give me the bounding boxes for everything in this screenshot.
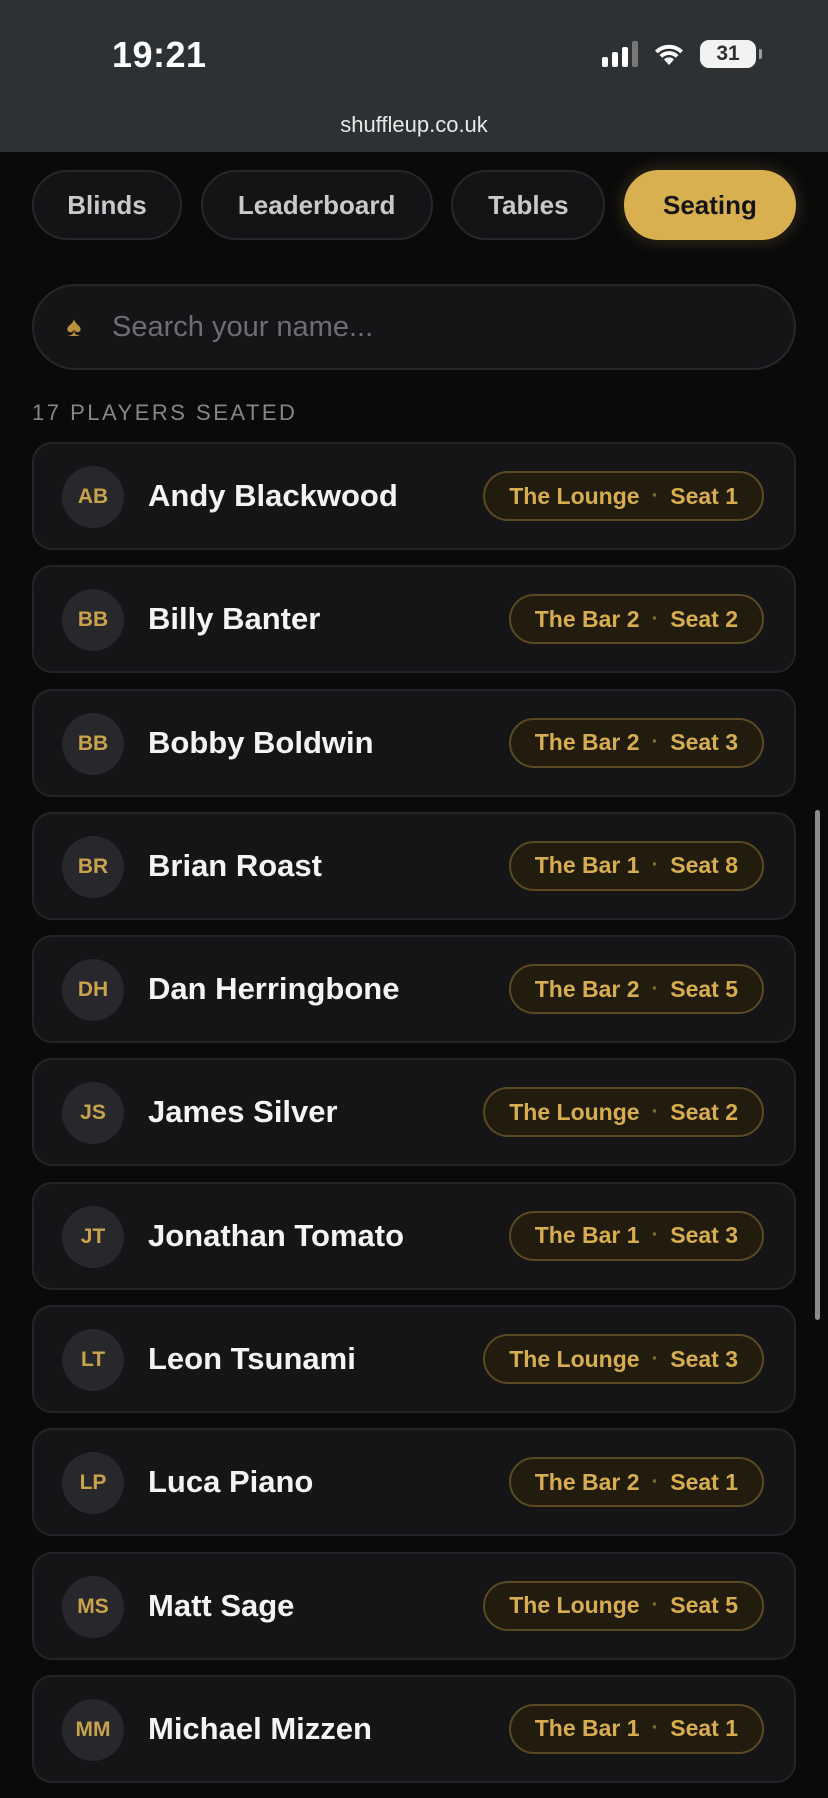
player-name: Andy Blackwood	[148, 478, 398, 513]
separator-dot: ·	[651, 484, 659, 507]
table-name: The Bar 1	[534, 852, 640, 879]
table-name: The Lounge	[509, 482, 640, 509]
seat-number: Seat 5	[670, 1592, 738, 1619]
seat-number: Seat 8	[670, 852, 738, 879]
player-name: James Silver	[148, 1094, 338, 1130]
table-name: The Lounge	[509, 1345, 640, 1372]
avatar: DH	[62, 959, 124, 1022]
tab-seating[interactable]: Seating	[623, 170, 796, 240]
table-name: The Lounge	[509, 1098, 640, 1125]
player-row[interactable]: MS Matt Sage The Lounge · Seat 5	[32, 1551, 796, 1660]
seat-badge: The Lounge · Seat 3	[483, 1334, 764, 1385]
players-seated-count: 17 PLAYERS SEATED	[32, 400, 298, 425]
separator-dot: ·	[651, 1717, 659, 1740]
player-row[interactable]: LT Leon Tsunami The Lounge · Seat 3	[32, 1305, 796, 1414]
avatar: AB	[62, 466, 124, 528]
browser-top-bar: 19:21 31 shuffleup.co.uk	[0, 0, 828, 152]
tab-leaderboard[interactable]: Leaderboard	[200, 170, 433, 240]
separator-dot: ·	[651, 731, 659, 754]
cellular-signal-icon	[602, 41, 638, 67]
table-name: The Bar 2	[534, 975, 640, 1002]
seat-badge: The Bar 1 · Seat 8	[508, 840, 764, 891]
table-name: The Lounge	[509, 1592, 640, 1619]
separator-dot: ·	[651, 1100, 659, 1123]
table-name: The Bar 2	[534, 1468, 640, 1495]
player-name: Luca Piano	[148, 1464, 314, 1500]
seat-badge: The Bar 1 · Seat 1	[508, 1703, 764, 1754]
avatar: JS	[62, 1082, 124, 1145]
player-row[interactable]: BB Bobby Boldwin The Bar 2 · Seat 3	[32, 688, 796, 797]
search-input[interactable]	[110, 309, 734, 345]
separator-dot: ·	[651, 1347, 659, 1370]
separator-dot: ·	[651, 1470, 659, 1493]
table-name: The Bar 1	[534, 1715, 640, 1742]
player-list: AB Andy Blackwood The Lounge · Seat 1 BB Billy…	[32, 442, 796, 1798]
table-name: The Bar 2	[534, 605, 640, 632]
player-name: Jonathan Tomato	[148, 1217, 405, 1253]
player-name: Dan Herringbone	[148, 971, 400, 1007]
player-name: Billy Banter	[148, 601, 321, 637]
avatar: JT	[62, 1205, 124, 1268]
seat-number: Seat 5	[670, 975, 738, 1002]
seat-number: Seat 2	[670, 605, 738, 632]
player-name: Bobby Boldwin	[148, 724, 374, 760]
tab-blinds[interactable]: Blinds	[32, 170, 182, 240]
seat-number: Seat 3	[670, 1222, 738, 1249]
nav-tabs: Blinds Leaderboard Tables Seating	[32, 170, 796, 240]
player-name: Leon Tsunami	[148, 1341, 356, 1377]
avatar: LT	[62, 1329, 124, 1392]
player-row[interactable]: MM Michael Mizzen The Bar 1 · Seat 1	[32, 1674, 796, 1783]
separator-dot: ·	[651, 854, 659, 877]
avatar: BB	[62, 589, 124, 652]
player-row[interactable]: AB Andy Blackwood The Lounge · Seat 1	[32, 442, 796, 550]
seat-badge: The Bar 2 · Seat 2	[508, 594, 764, 645]
status-icons: 31	[602, 40, 762, 68]
battery-level: 31	[716, 42, 740, 65]
avatar: LP	[62, 1452, 124, 1515]
wifi-icon	[655, 44, 683, 65]
avatar: MM	[62, 1698, 124, 1761]
seat-number: Seat 1	[670, 1715, 738, 1742]
seat-number: Seat 1	[670, 482, 738, 509]
seat-number: Seat 2	[670, 1098, 738, 1125]
player-row[interactable]: BR Brian Roast The Bar 1 · Seat 8	[32, 811, 796, 920]
avatar: BB	[62, 712, 124, 775]
seat-number: Seat 1	[670, 1468, 738, 1495]
seat-number: Seat 3	[670, 1345, 738, 1372]
avatar: BR	[62, 835, 124, 898]
table-name: The Bar 2	[534, 729, 640, 756]
search-bar[interactable]: ♠	[32, 284, 796, 370]
separator-dot: ·	[651, 977, 659, 1000]
seat-badge: The Bar 2 · Seat 1	[508, 1457, 764, 1508]
player-name: Brian Roast	[148, 847, 322, 883]
separator-dot: ·	[651, 1224, 659, 1247]
player-row[interactable]: JT Jonathan Tomato The Bar 1 · Seat 3	[32, 1181, 796, 1290]
player-row[interactable]: DH Dan Herringbone The Bar 2 · Seat 5	[32, 935, 796, 1044]
seat-badge: The Lounge · Seat 5	[483, 1580, 764, 1631]
player-name: Michael Mizzen	[148, 1710, 372, 1746]
seat-badge: The Lounge · Seat 2	[483, 1087, 764, 1138]
seat-badge: The Bar 2 · Seat 5	[508, 964, 764, 1015]
seat-number: Seat 3	[670, 729, 738, 756]
seat-badge: The Bar 2 · Seat 3	[508, 717, 764, 768]
separator-dot: ·	[651, 1594, 659, 1617]
seat-badge: The Bar 1 · Seat 3	[508, 1210, 764, 1261]
player-row[interactable]: BB Billy Banter The Bar 2 · Seat 2	[32, 565, 796, 674]
scrollbar[interactable]	[815, 810, 820, 1320]
spade-icon: ♠	[66, 311, 82, 342]
tab-tables[interactable]: Tables	[451, 170, 606, 240]
table-name: The Bar 1	[534, 1222, 640, 1249]
battery-icon: 31	[700, 40, 762, 68]
seat-badge: The Lounge · Seat 1	[483, 471, 764, 521]
player-name: Matt Sage	[148, 1587, 295, 1623]
player-row[interactable]: LP Luca Piano The Bar 2 · Seat 1	[32, 1428, 796, 1537]
avatar: MS	[62, 1575, 124, 1638]
address-bar-url[interactable]: shuffleup.co.uk	[0, 112, 828, 138]
separator-dot: ·	[651, 607, 659, 630]
status-time: 19:21	[112, 34, 207, 75]
player-row[interactable]: JS James Silver The Lounge · Seat 2	[32, 1058, 796, 1167]
